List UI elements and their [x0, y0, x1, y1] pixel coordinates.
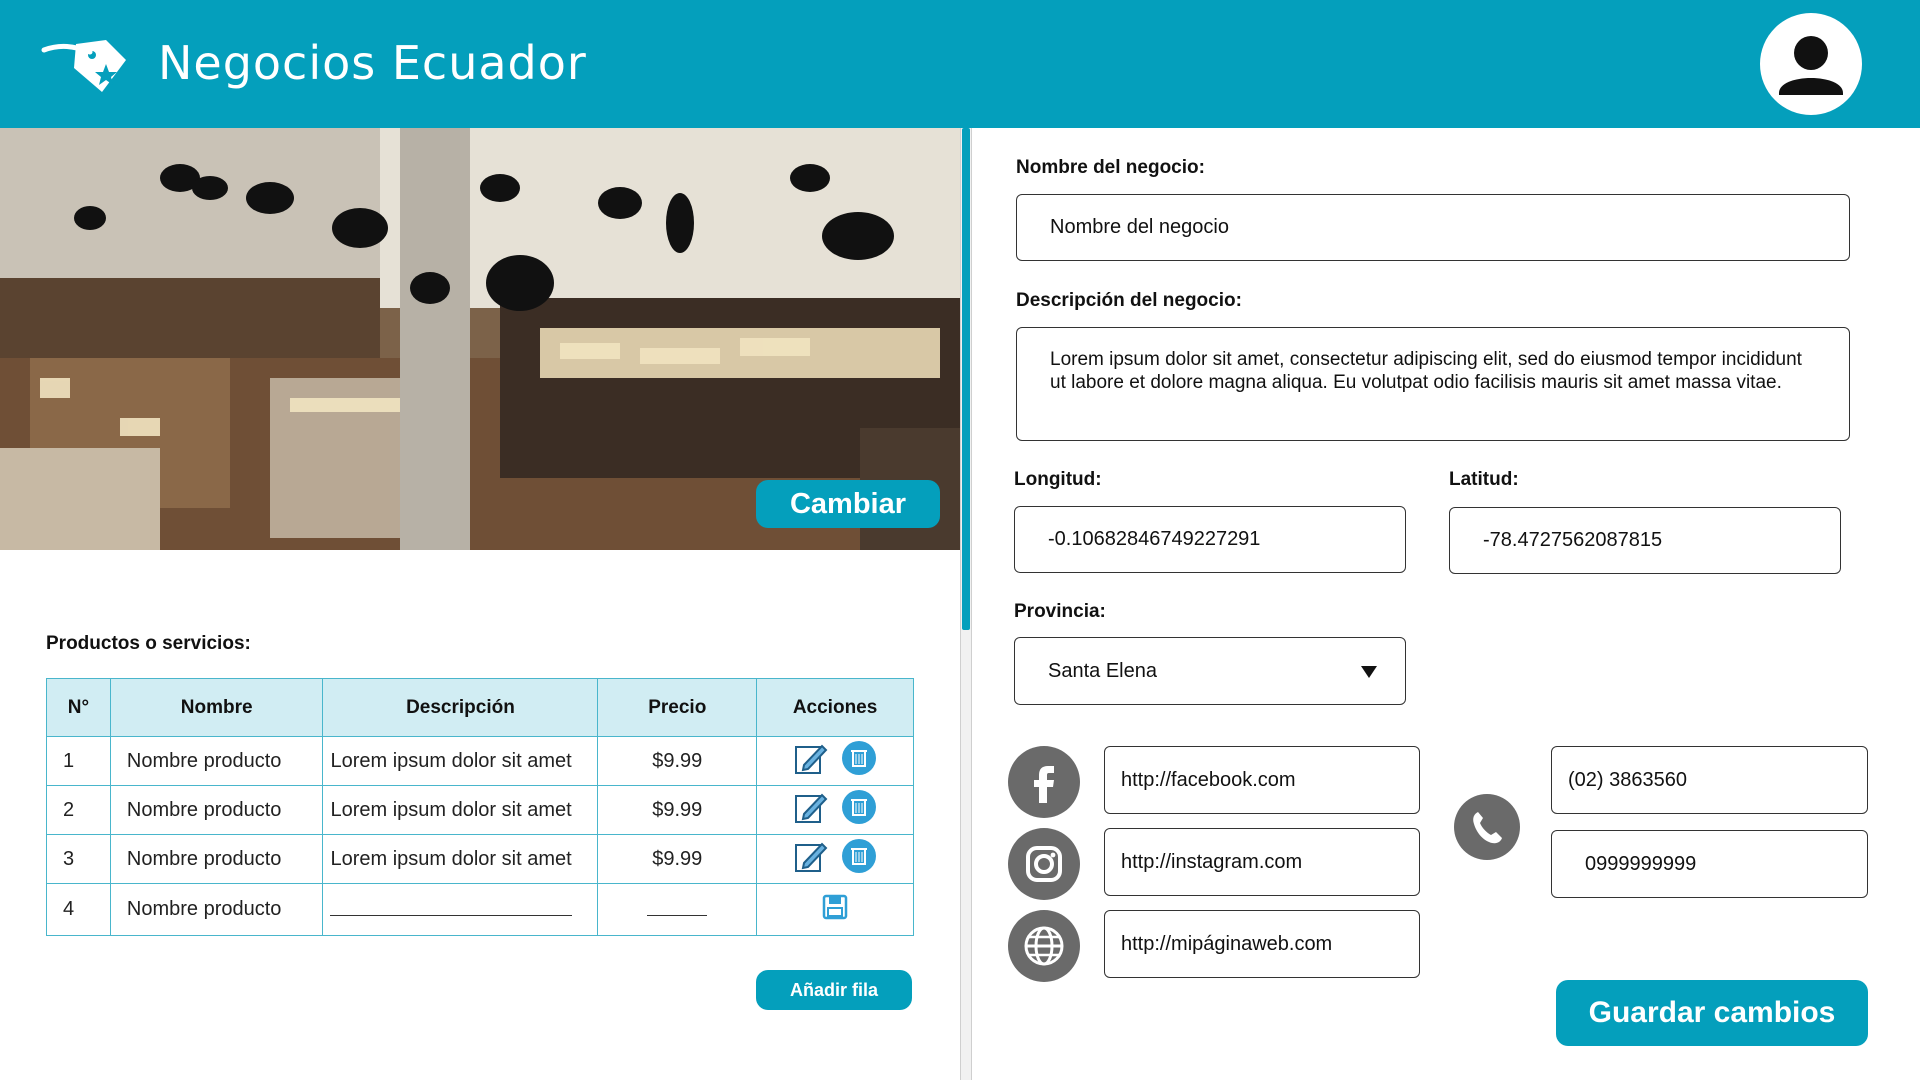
row-actions	[756, 883, 914, 936]
tag-star-icon	[41, 40, 126, 92]
delete-icon[interactable]	[842, 741, 877, 781]
app-title: Negocios Ecuador	[158, 36, 587, 90]
scrollbar-thumb[interactable]	[962, 128, 970, 630]
mobile-input[interactable]: 0999999999	[1551, 830, 1868, 898]
website-url-input[interactable]: http://mipáginaweb.com	[1104, 910, 1420, 978]
longitude-label: Longitud:	[1014, 469, 1102, 490]
app-header: Negocios Ecuador	[0, 0, 1920, 128]
province-label: Provincia:	[1014, 601, 1106, 622]
row-price[interactable]: $9.99	[597, 785, 758, 835]
business-description-label: Descripción del negocio:	[1016, 290, 1242, 311]
phone-input[interactable]: (02) 3863560	[1551, 746, 1868, 814]
province-select[interactable]: Santa Elena	[1014, 637, 1406, 705]
table-row: 1 Nombre producto Lorem ipsum dolor sit …	[46, 736, 914, 786]
row-name[interactable]: Nombre producto	[109, 834, 324, 884]
row-number: 3	[46, 834, 111, 884]
latitude-input[interactable]: -78.4727562087815	[1449, 507, 1841, 574]
latitude-label: Latitud:	[1449, 469, 1519, 490]
column-header-price: Precio	[597, 678, 758, 737]
table-header-row: N° Nombre Descripción Precio Acciones	[46, 678, 914, 737]
business-name-label: Nombre del negocio:	[1016, 157, 1205, 178]
edit-icon[interactable]	[794, 839, 828, 879]
row-price[interactable]: $9.99	[597, 834, 758, 884]
edit-icon[interactable]	[794, 790, 828, 830]
globe-icon	[1008, 910, 1080, 982]
business-description-textarea[interactable]: Lorem ipsum dolor sit amet, consectetur …	[1016, 327, 1850, 441]
facebook-url-input[interactable]: http://facebook.com	[1104, 746, 1420, 814]
row-name[interactable]: Nombre producto	[109, 883, 324, 936]
edit-icon[interactable]	[794, 741, 828, 781]
row-number: 1	[46, 736, 111, 786]
phone-icon	[1454, 794, 1520, 860]
column-header-name: Nombre	[109, 678, 324, 737]
table-row: 4 Nombre producto	[46, 883, 914, 936]
row-number: 4	[46, 883, 111, 936]
province-selected-value: Santa Elena	[1048, 659, 1157, 682]
row-description[interactable]: Lorem ipsum dolor sit amet	[322, 785, 599, 835]
row-price-empty[interactable]	[597, 883, 758, 936]
add-row-button[interactable]: Añadir fila	[756, 970, 912, 1010]
row-name[interactable]: Nombre producto	[109, 785, 324, 835]
products-section-label: Productos o servicios:	[46, 633, 251, 654]
column-header-actions: Acciones	[756, 678, 914, 737]
instagram-icon	[1008, 828, 1080, 900]
row-description[interactable]: Lorem ipsum dolor sit amet	[322, 736, 599, 786]
row-actions	[756, 834, 914, 884]
delete-icon[interactable]	[842, 790, 877, 830]
row-actions	[756, 785, 914, 835]
row-name[interactable]: Nombre producto	[109, 736, 324, 786]
table-row: 3 Nombre producto Lorem ipsum dolor sit …	[46, 834, 914, 884]
row-description[interactable]: Lorem ipsum dolor sit amet	[322, 834, 599, 884]
save-changes-button[interactable]: Guardar cambios	[1556, 980, 1868, 1046]
business-name-input[interactable]: Nombre del negocio	[1016, 194, 1850, 261]
row-price[interactable]: $9.99	[597, 736, 758, 786]
change-photo-button[interactable]: Cambiar	[756, 480, 940, 528]
column-header-number: N°	[46, 678, 111, 737]
column-header-description: Descripción	[322, 678, 599, 737]
longitude-input[interactable]: -0.10682846749227291	[1014, 506, 1406, 573]
chevron-down-icon	[1361, 666, 1377, 678]
products-table: N° Nombre Descripción Precio Acciones 1 …	[46, 678, 914, 936]
save-row-icon[interactable]	[822, 894, 848, 926]
row-description-empty[interactable]	[322, 883, 599, 936]
row-number: 2	[46, 785, 111, 835]
delete-icon[interactable]	[842, 839, 877, 879]
table-row: 2 Nombre producto Lorem ipsum dolor sit …	[46, 785, 914, 835]
row-actions	[756, 736, 914, 786]
instagram-url-input[interactable]: http://instagram.com	[1104, 828, 1420, 896]
user-avatar-icon[interactable]	[1760, 13, 1862, 115]
facebook-icon	[1008, 746, 1080, 818]
